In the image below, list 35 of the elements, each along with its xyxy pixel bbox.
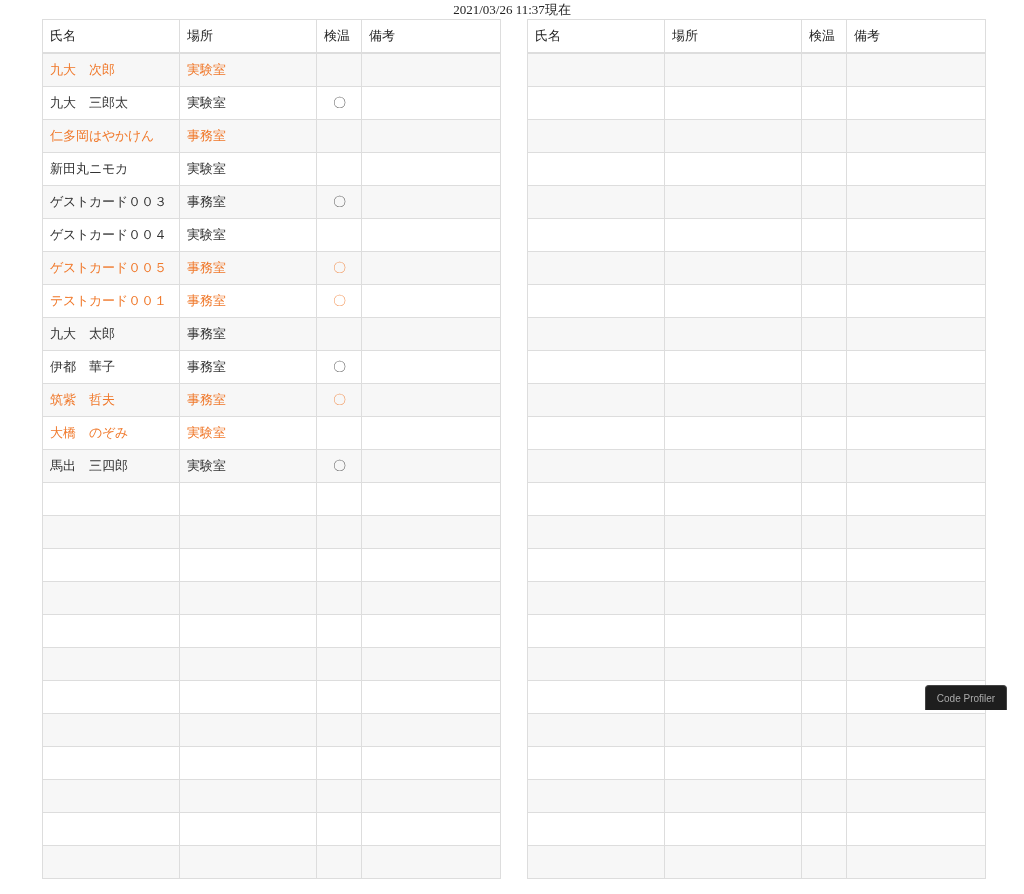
name-text: 伊都 華子 xyxy=(50,359,115,374)
temperature-check-mark: 〇 xyxy=(331,358,347,376)
name-text: 筑紫 哲夫 xyxy=(50,392,115,407)
place-text: 実験室 xyxy=(187,161,226,176)
place-text: 実験室 xyxy=(187,227,226,242)
temperature-check-mark: 〇 xyxy=(331,94,347,112)
place-text: 実験室 xyxy=(187,425,226,440)
name-text: ゲストカード００３ xyxy=(50,194,167,209)
temperature-check-mark: 〇 xyxy=(331,391,347,409)
name-text: 新田丸ニモカ xyxy=(50,161,128,176)
name-text: 仁多岡はやかけん xyxy=(50,128,154,143)
name-text: ゲストカード００４ xyxy=(50,227,167,242)
temperature-check-mark: 〇 xyxy=(331,259,347,277)
name-text: ゲストカード００５ xyxy=(50,260,167,275)
name-text: 九大 太郎 xyxy=(50,326,115,341)
place-text: 事務室 xyxy=(187,194,226,209)
place-text: 事務室 xyxy=(187,326,226,341)
place-text: 実験室 xyxy=(187,458,226,473)
place-text: 事務室 xyxy=(187,260,226,275)
place-text: 事務室 xyxy=(187,392,226,407)
name-text: 馬出 三四郎 xyxy=(50,458,128,473)
temperature-check-mark: 〇 xyxy=(331,457,347,475)
place-text: 事務室 xyxy=(187,359,226,374)
name-text: 大橋 のぞみ xyxy=(50,425,128,440)
name-text: テストカード００１ xyxy=(50,293,167,308)
place-text: 事務室 xyxy=(187,128,226,143)
place-text: 実験室 xyxy=(187,62,226,77)
timestamp: 2021/03/26 11:37現在 xyxy=(453,1,571,19)
name-text: 九大 次郎 xyxy=(50,62,115,77)
code-profiler-tab[interactable]: Code Profiler xyxy=(925,685,1007,710)
place-text: 実験室 xyxy=(187,95,226,110)
temperature-check-mark: 〇 xyxy=(331,292,347,310)
place-text: 事務室 xyxy=(187,293,226,308)
temperature-check-mark: 〇 xyxy=(331,193,347,211)
name-text: 九大 三郎太 xyxy=(50,95,128,110)
